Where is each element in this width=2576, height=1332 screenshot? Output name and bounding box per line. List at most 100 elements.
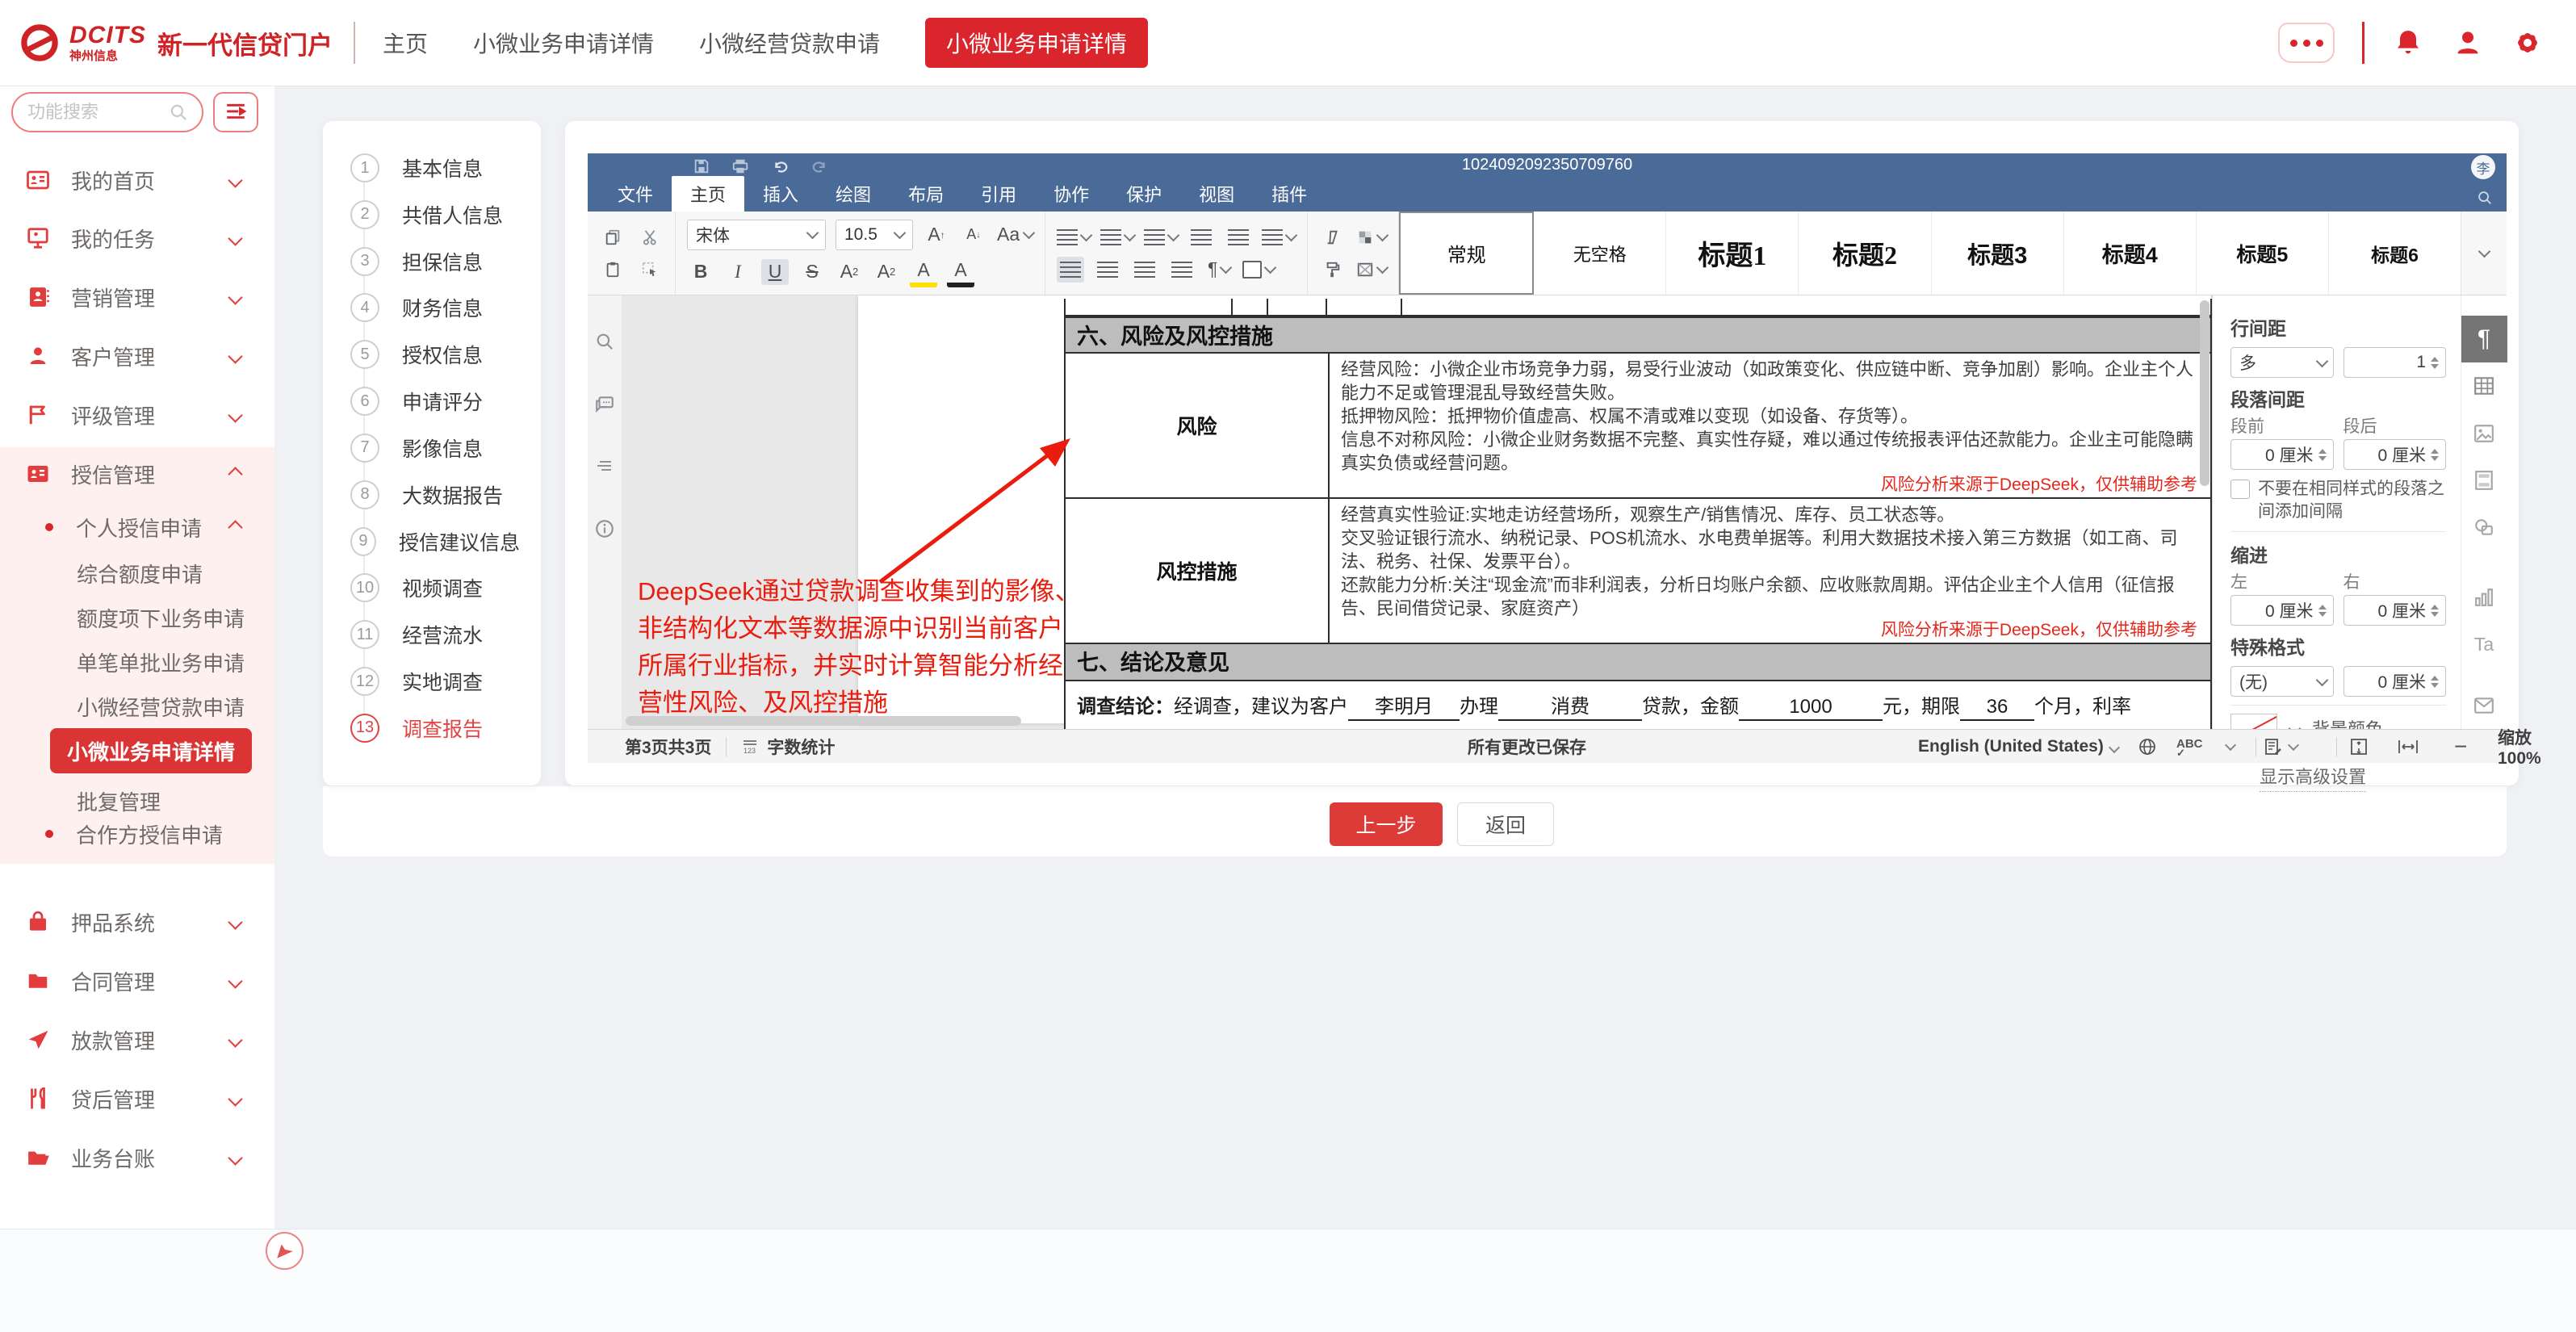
nav-tab-micro-loan[interactable]: 小微经营贷款申请: [699, 27, 880, 59]
comment-icon[interactable]: [593, 394, 616, 415]
tab-file[interactable]: 文件: [599, 176, 672, 212]
word-count-label[interactable]: 字数统计: [767, 735, 835, 759]
clear-format-icon[interactable]: [1319, 224, 1347, 250]
bell-icon[interactable]: [2392, 27, 2424, 59]
language-icon[interactable]: [2138, 737, 2157, 756]
align-right-button[interactable]: [1131, 257, 1158, 283]
sidebar-item-micro-detail-active[interactable]: 小微业务申请详情: [50, 728, 252, 773]
tab-insert[interactable]: 插入: [744, 176, 817, 212]
decrease-font-icon[interactable]: A↓: [960, 222, 987, 248]
highlight-color-button[interactable]: A: [910, 257, 937, 287]
sidebar-item-single-batch[interactable]: 单笔单批业务申请: [77, 647, 245, 677]
sidebar-item-contracts[interactable]: 合同管理: [0, 956, 274, 1006]
sidebar-item-my-tasks[interactable]: 我的任务: [0, 213, 274, 263]
multilevel-list-icon[interactable]: [1144, 224, 1178, 250]
print-icon[interactable]: [731, 157, 749, 175]
paragraph-icon[interactable]: ¶: [2461, 316, 2507, 362]
style-heading2[interactable]: 标题2: [1799, 212, 1931, 295]
increase-indent-icon[interactable]: [1225, 224, 1252, 250]
bullet-list-icon[interactable]: [1057, 224, 1091, 250]
avatar[interactable]: 李: [2471, 155, 2495, 179]
style-normal[interactable]: 常规: [1399, 212, 1534, 295]
sidebar-item-micro-loan-apply[interactable]: 小微经营贷款申请: [77, 692, 245, 722]
chart-icon[interactable]: [2461, 574, 2507, 621]
font-color-button[interactable]: A: [947, 257, 974, 287]
italic-button[interactable]: I: [724, 259, 752, 285]
superscript-button[interactable]: A2: [836, 259, 863, 285]
gear-icon[interactable]: [2511, 27, 2544, 59]
style-heading4[interactable]: 标题4: [2064, 212, 2197, 295]
search-icon[interactable]: [2476, 189, 2494, 207]
underline-button[interactable]: U: [761, 259, 789, 285]
menu-toggle-icon[interactable]: [213, 92, 258, 132]
step-coborrower[interactable]: 2共借人信息: [350, 200, 520, 229]
indent-right-input[interactable]: 0 厘米: [2344, 595, 2447, 626]
fit-width-icon[interactable]: [2398, 738, 2419, 756]
nav-tab-micro-detail-active[interactable]: 小微业务申请详情: [925, 18, 1148, 68]
step-bigdata-report[interactable]: 8大数据报告: [350, 480, 520, 509]
nav-tab-home[interactable]: 主页: [383, 27, 428, 59]
step-business-flow[interactable]: 11经营流水: [350, 620, 520, 649]
increase-font-icon[interactable]: A↑: [923, 222, 950, 248]
spinner-icon[interactable]: [2431, 357, 2439, 369]
style-heading3[interactable]: 标题3: [1932, 212, 2064, 295]
line-spacing-select[interactable]: 多: [2230, 347, 2334, 378]
checkbox[interactable]: [2230, 480, 2250, 499]
info-icon[interactable]: [594, 518, 615, 539]
tab-view[interactable]: 视图: [1180, 176, 1253, 212]
tab-layout[interactable]: 布局: [890, 176, 962, 212]
tab-protection[interactable]: 保护: [1108, 176, 1180, 212]
undo-icon[interactable]: [770, 157, 790, 175]
language-selector[interactable]: English (United States): [1918, 737, 2118, 756]
step-scoring[interactable]: 6申请评分: [350, 387, 520, 416]
track-changes-icon[interactable]: [2264, 737, 2297, 756]
previous-step-button[interactable]: 上一步: [1330, 802, 1443, 846]
shading-icon[interactable]: [1242, 257, 1275, 283]
indent-left-input[interactable]: 0 厘米: [2230, 595, 2334, 626]
save-icon[interactable]: [693, 157, 710, 175]
style-heading6[interactable]: 标题6: [2329, 212, 2461, 295]
tab-collaboration[interactable]: 协作: [1035, 176, 1108, 212]
sidebar-item-customers[interactable]: 客户管理: [0, 331, 274, 381]
align-left-button[interactable]: [1057, 257, 1084, 283]
subscript-button[interactable]: A2: [873, 259, 900, 285]
sidebar-item-under-limit[interactable]: 额度项下业务申请: [77, 603, 245, 633]
step-finance[interactable]: 4财务信息: [350, 293, 520, 322]
advanced-settings-link[interactable]: 显示高级设置: [2260, 763, 2366, 792]
sidebar-search[interactable]: [11, 92, 203, 132]
change-case-icon[interactable]: Aa: [997, 222, 1033, 248]
color-scheme-icon[interactable]: [1356, 224, 1387, 250]
sidebar-item-my-home[interactable]: 我的首页: [0, 155, 274, 205]
paste-icon[interactable]: [599, 257, 626, 283]
justify-button[interactable]: [1168, 257, 1196, 283]
numbered-list-icon[interactable]: [1100, 224, 1134, 250]
tab-home[interactable]: 主页: [672, 176, 744, 212]
text-frame-icon[interactable]: [1356, 257, 1387, 283]
panel-collapse-icon[interactable]: [2225, 739, 2236, 751]
conclusion-paragraph[interactable]: 调查结论：经调查，建议为客户李明月办理消费贷款，金额1000元，期限36个月，利…: [1064, 681, 2212, 729]
spellcheck-icon[interactable]: ABC✓: [2176, 737, 2203, 756]
sidebar-item-composite-limit[interactable]: 综合额度申请: [77, 559, 203, 589]
font-size-select[interactable]: 10.5: [836, 220, 913, 250]
step-authorization[interactable]: 5授权信息: [350, 340, 520, 369]
search-input[interactable]: [26, 101, 168, 124]
style-heading5[interactable]: 标题5: [2197, 212, 2329, 295]
spacing-after-input[interactable]: 0 厘米: [2344, 439, 2447, 470]
sidebar-item-post-loan[interactable]: 贷后管理: [0, 1074, 274, 1124]
image-icon[interactable]: [2461, 409, 2507, 456]
sidebar-item-collateral[interactable]: 押品系统: [0, 897, 274, 947]
paragraph-marks-icon[interactable]: ¶: [1205, 257, 1233, 283]
step-basic-info[interactable]: 1基本信息: [350, 153, 520, 182]
align-center-button[interactable]: [1094, 257, 1121, 283]
step-video-survey[interactable]: 10视频调查: [350, 573, 520, 602]
bold-button[interactable]: B: [687, 259, 714, 285]
tab-draw[interactable]: 绘图: [817, 176, 890, 212]
back-button[interactable]: 返回: [1457, 802, 1554, 846]
header-footer-icon[interactable]: [2461, 457, 2507, 504]
tab-plugins[interactable]: 插件: [1253, 176, 1326, 212]
sidebar-item-personal-credit[interactable]: 个人授信申请: [0, 505, 274, 549]
navigation-pane-icon[interactable]: [594, 457, 615, 476]
mailmerge-icon[interactable]: [2461, 682, 2507, 729]
spacing-before-input[interactable]: 0 厘米: [2230, 439, 2334, 470]
search-icon[interactable]: [594, 331, 615, 352]
